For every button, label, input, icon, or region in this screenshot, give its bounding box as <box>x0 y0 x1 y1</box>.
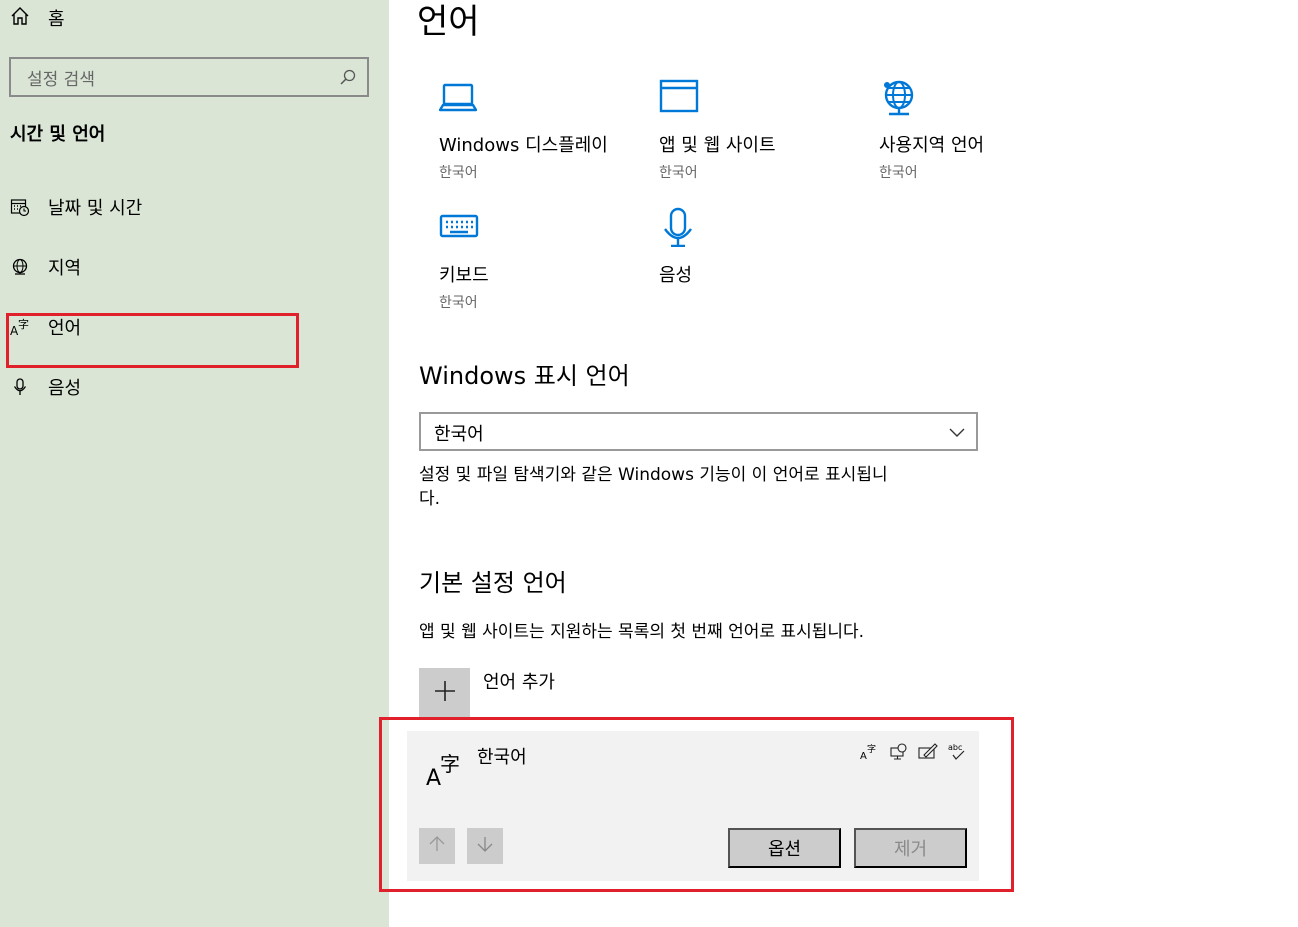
sidebar-item-date-time[interactable]: 날짜 및 시간 <box>8 192 308 222</box>
add-language-button[interactable] <box>419 668 470 718</box>
annotation-highlight-language-card <box>379 717 1014 892</box>
tile-keyboard[interactable]: 키보드 한국어 <box>439 207 639 312</box>
microphone-icon <box>8 375 32 399</box>
tile-label: 키보드 <box>439 265 489 286</box>
tile-regional-format[interactable]: 사용지역 언어 한국어 <box>879 77 1079 182</box>
tile-sub: 한국어 <box>439 295 478 311</box>
calendar-clock-icon <box>8 195 32 219</box>
search-input[interactable]: 설정 검색 <box>9 57 369 97</box>
tile-label: 사용지역 언어 <box>879 135 985 156</box>
tile-label: Windows 디스플레이 <box>439 135 608 156</box>
tile-windows-display[interactable]: Windows 디스플레이 한국어 <box>438 77 639 182</box>
page-title: 언어 <box>417 2 480 42</box>
sidebar-item-speech[interactable]: 음성 <box>8 372 308 402</box>
plus-icon <box>434 680 456 706</box>
home-icon <box>10 6 30 30</box>
preferred-languages-heading: 기본 설정 언어 <box>419 569 567 597</box>
display-language-dropdown[interactable]: 한국어 <box>419 412 978 451</box>
globe-icon <box>879 77 1079 123</box>
tile-label: 앱 및 웹 사이트 <box>659 135 776 156</box>
tile-label: 음성 <box>659 265 693 286</box>
description-line: 다. <box>419 489 441 509</box>
display-language-description: 설정 및 파일 탐색기와 같은 Windows 기능이 이 언어로 표시됩니 다… <box>419 463 888 511</box>
search-placeholder: 설정 검색 <box>27 70 95 90</box>
sidebar-item-region[interactable]: 지역 <box>8 252 308 282</box>
globe-icon <box>8 255 32 279</box>
description-line: 설정 및 파일 탐색기와 같은 Windows 기능이 이 언어로 표시됩니 <box>419 465 888 485</box>
search-icon <box>339 68 357 90</box>
tile-speech[interactable]: 음성 <box>659 207 859 292</box>
sidebar-item-label: 음성 <box>48 378 82 399</box>
home-link[interactable]: 홈 <box>10 6 65 30</box>
sidebar: 홈 설정 검색 시간 및 언어 날짜 및 시간 지역 A字 언어 음성 <box>0 0 389 927</box>
microphone-icon <box>659 207 859 253</box>
add-language-label[interactable]: 언어 추가 <box>483 668 555 694</box>
annotation-highlight-sidebar <box>6 313 299 368</box>
home-label: 홈 <box>48 9 65 30</box>
preferred-languages-description: 앱 및 웹 사이트는 지원하는 목록의 첫 번째 언어로 표시됩니다. <box>419 622 865 642</box>
display-language-heading: Windows 표시 언어 <box>419 362 630 390</box>
laptop-icon <box>438 77 639 123</box>
tile-sub: 한국어 <box>439 165 478 181</box>
sidebar-item-label: 날짜 및 시간 <box>48 198 143 219</box>
tile-sub: 한국어 <box>659 165 698 181</box>
keyboard-icon <box>439 207 639 253</box>
chevron-down-icon <box>948 423 966 445</box>
tile-sub: 한국어 <box>879 165 918 181</box>
section-title: 시간 및 언어 <box>10 124 106 145</box>
tile-apps-websites[interactable]: 앱 및 웹 사이트 한국어 <box>659 77 859 182</box>
dropdown-value: 한국어 <box>434 424 484 445</box>
window-icon <box>659 77 859 123</box>
sidebar-item-label: 지역 <box>48 258 82 279</box>
